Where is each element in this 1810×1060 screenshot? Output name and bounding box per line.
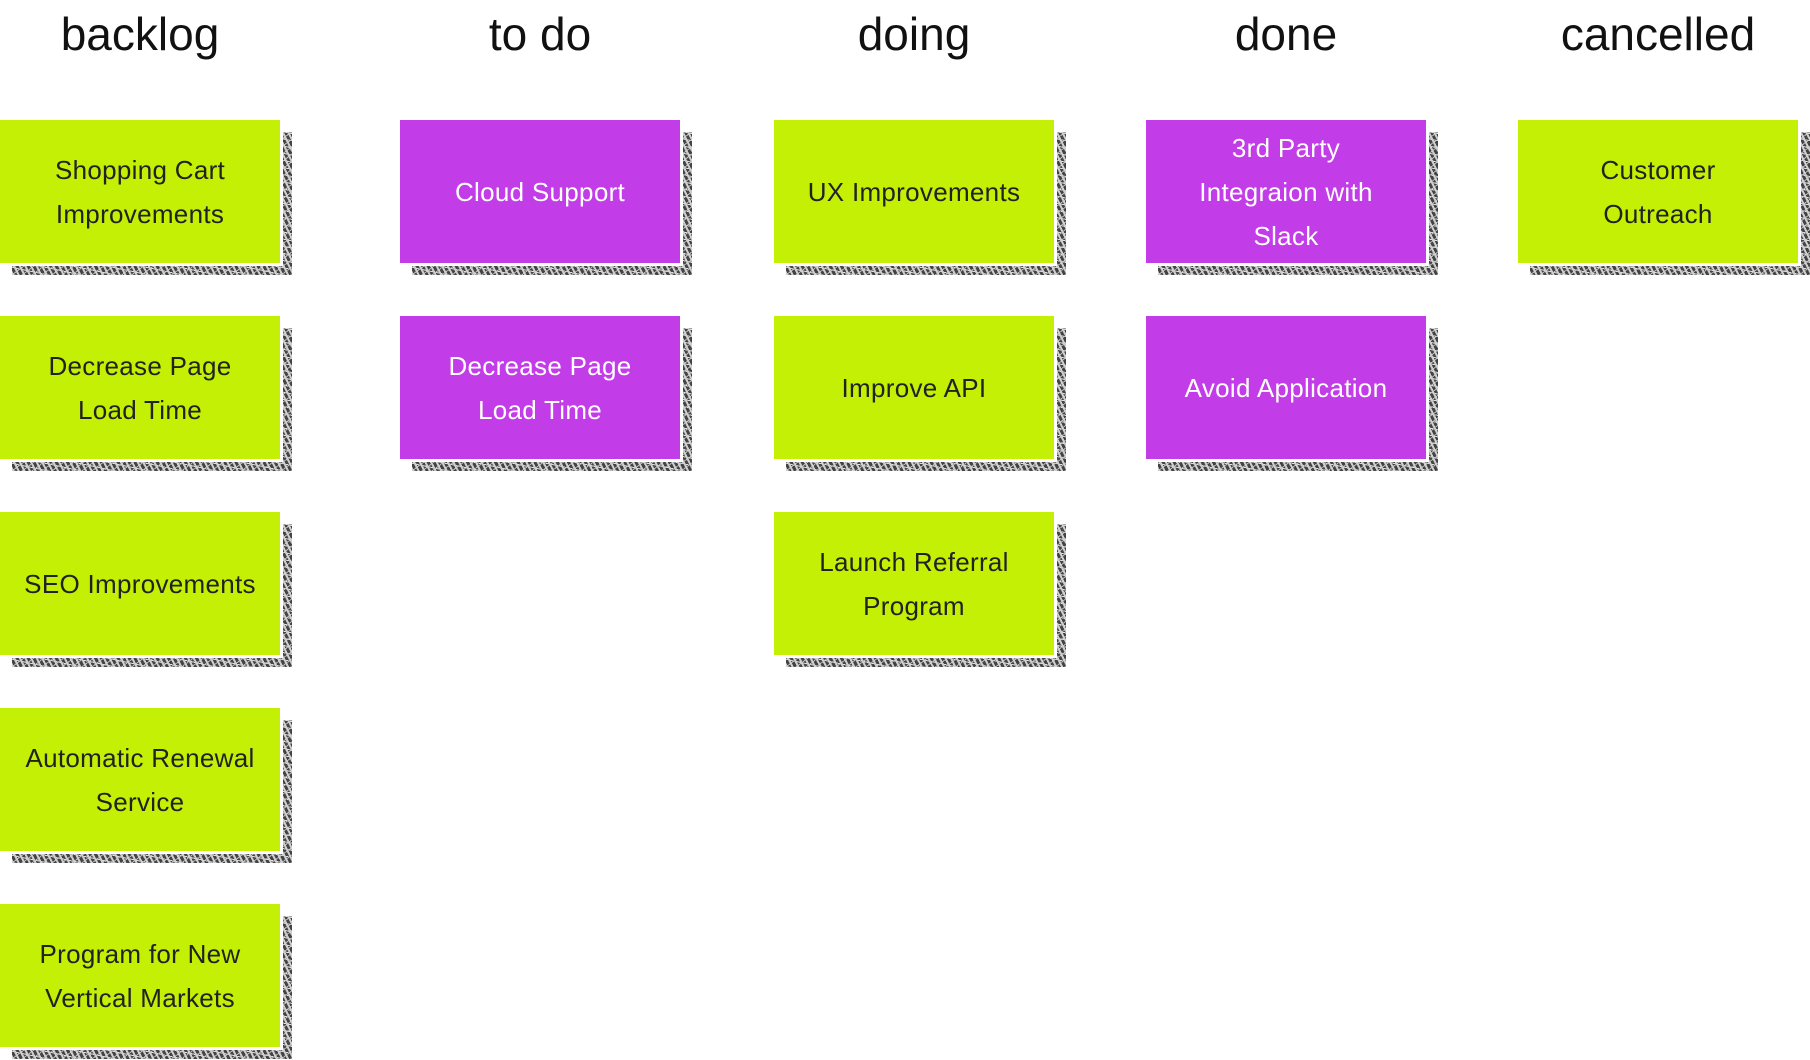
column-title: backlog: [60, 8, 220, 60]
card-label[interactable]: Cloud Support: [400, 120, 680, 263]
card-label[interactable]: Automatic Renewal Service: [0, 708, 280, 851]
card[interactable]: Cloud Support: [400, 120, 692, 276]
card-label[interactable]: Decrease Page Load Time: [0, 316, 280, 459]
card[interactable]: Decrease Page Load Time: [0, 316, 292, 472]
card[interactable]: SEO Improvements: [0, 512, 292, 668]
card[interactable]: Decrease Page Load Time: [400, 316, 692, 472]
card[interactable]: UX Improvements: [774, 120, 1066, 276]
card[interactable]: Program for New Vertical Markets: [0, 904, 292, 1060]
card-label[interactable]: 3rd Party Integraion with Slack: [1146, 120, 1426, 263]
card[interactable]: Automatic Renewal Service: [0, 708, 292, 864]
card-label[interactable]: Program for New Vertical Markets: [0, 904, 280, 1047]
column-title: to do: [488, 8, 592, 60]
card[interactable]: Customer Outreach: [1518, 120, 1810, 276]
card-label[interactable]: SEO Improvements: [0, 512, 280, 655]
card-label[interactable]: Decrease Page Load Time: [400, 316, 680, 459]
column-title: doing: [857, 8, 971, 60]
card-label[interactable]: UX Improvements: [774, 120, 1054, 263]
card[interactable]: Improve API: [774, 316, 1066, 472]
card[interactable]: Avoid Application: [1146, 316, 1438, 472]
card[interactable]: Launch Referral Program: [774, 512, 1066, 668]
column-title: cancelled: [1560, 8, 1756, 60]
card-label[interactable]: Customer Outreach: [1518, 120, 1798, 263]
card[interactable]: Shopping Cart Improvements: [0, 120, 292, 276]
card-label[interactable]: Launch Referral Program: [774, 512, 1054, 655]
column-title: done: [1234, 8, 1338, 60]
card-label[interactable]: Improve API: [774, 316, 1054, 459]
card[interactable]: 3rd Party Integraion with Slack: [1146, 120, 1438, 276]
card-label[interactable]: Avoid Application: [1146, 316, 1426, 459]
card-label[interactable]: Shopping Cart Improvements: [0, 120, 280, 263]
